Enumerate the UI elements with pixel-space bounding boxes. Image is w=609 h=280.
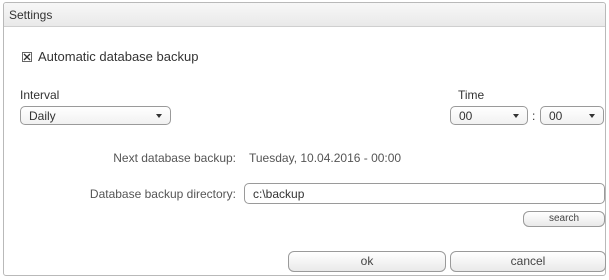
checkbox-checked-icon <box>23 53 31 61</box>
ok-button[interactable]: ok <box>288 251 446 272</box>
interval-select[interactable]: Daily <box>20 106 171 125</box>
chevron-down-icon <box>156 114 162 118</box>
backup-directory-input[interactable] <box>244 183 605 204</box>
time-label: Time <box>458 88 485 102</box>
next-backup-label: Next database backup: <box>113 151 236 165</box>
minute-select[interactable]: 00 <box>540 106 604 125</box>
hour-select[interactable]: 00 <box>450 106 528 125</box>
hour-value: 00 <box>459 109 473 123</box>
next-backup-value: Tuesday, 10.04.2016 - 00:00 <box>249 151 402 165</box>
chevron-down-icon <box>513 114 519 118</box>
search-button[interactable]: search <box>523 211 605 227</box>
chevron-down-icon <box>589 114 595 118</box>
auto-backup-label[interactable]: Automatic database backup <box>38 49 198 64</box>
interval-label: Interval <box>20 88 60 102</box>
title-bar: Settings <box>4 3 605 27</box>
time-separator: : <box>532 109 536 123</box>
dialog-title: Settings <box>9 8 53 22</box>
backup-directory-label: Database backup directory: <box>89 187 236 201</box>
settings-dialog: Settings Automatic database backup Inter… <box>3 2 606 276</box>
interval-value: Daily <box>29 109 56 123</box>
auto-backup-checkbox[interactable] <box>22 52 32 62</box>
cancel-button[interactable]: cancel <box>450 251 606 272</box>
minute-value: 00 <box>549 109 563 123</box>
